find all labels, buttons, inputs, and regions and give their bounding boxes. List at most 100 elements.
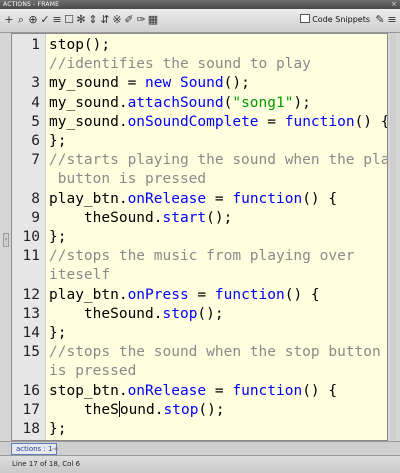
code-line[interactable]: button is pressed bbox=[12, 169, 387, 189]
code-token: theSound. bbox=[49, 209, 163, 226]
auto-format-icon[interactable]: ≡ bbox=[51, 14, 63, 26]
code-token: //starts playing the sound when the play bbox=[49, 152, 388, 169]
add-action-icon[interactable]: + bbox=[3, 14, 15, 26]
code-token: stop_btn. bbox=[49, 382, 128, 399]
code-line[interactable]: 13 theSound.stop(); bbox=[12, 304, 387, 324]
code-line[interactable]: 5 my_sound.onSoundComplete = function() { bbox=[12, 112, 387, 132]
code-token: = bbox=[188, 286, 215, 303]
target-icon[interactable]: ⊕ bbox=[27, 14, 39, 26]
line-number: 17 bbox=[22, 401, 40, 418]
code-text: //starts playing the sound when the play bbox=[49, 150, 388, 170]
status-bar: Line 17 of 18, Col 6 bbox=[0, 455, 400, 473]
uncomment-icon[interactable]: ✑ bbox=[135, 14, 147, 26]
code-token: = bbox=[206, 382, 233, 399]
code-token: onRelease bbox=[127, 190, 207, 207]
code-line[interactable]: iteself bbox=[12, 265, 387, 285]
code-token: theS bbox=[49, 401, 119, 418]
code-token: function bbox=[232, 382, 303, 399]
script-tab-bar: actions : 1 ⇥ bbox=[0, 441, 400, 455]
code-token: function bbox=[284, 113, 355, 130]
code-line[interactable]: 4 my_sound.attachSound("song1"); bbox=[12, 93, 387, 113]
code-token: = bbox=[206, 190, 233, 207]
code-text: is pressed bbox=[49, 361, 136, 381]
code-text: play_btn.onRelease = function() { bbox=[49, 189, 337, 209]
code-token: stop bbox=[162, 305, 198, 322]
panel-title: ACTIONS - FRAME bbox=[3, 1, 60, 8]
help-icon[interactable]: ▦ bbox=[147, 14, 159, 26]
code-token: () { bbox=[302, 382, 338, 399]
wand-icon[interactable]: ✎ bbox=[374, 14, 386, 26]
code-token: //identifies the sound to play bbox=[49, 56, 311, 73]
line-number: 7 bbox=[31, 152, 40, 169]
collapse-sidebar-handle[interactable]: › bbox=[3, 233, 9, 247]
line-number: 3 bbox=[31, 75, 40, 92]
line-number: 15 bbox=[22, 344, 40, 361]
code-line[interactable]: 9 theSound.start(); bbox=[12, 208, 387, 228]
code-line[interactable]: 10}; bbox=[12, 227, 387, 247]
code-token: play_btn. bbox=[49, 190, 128, 207]
code-line[interactable]: is pressed bbox=[12, 361, 387, 381]
code-text: stop_btn.onRelease = function() { bbox=[49, 381, 337, 401]
code-token: is pressed bbox=[49, 363, 137, 380]
close-icon[interactable]: × bbox=[391, 0, 397, 9]
code-token: }; bbox=[49, 229, 67, 245]
code-token: my_sound. bbox=[49, 113, 128, 130]
code-token: my_sound. bbox=[49, 94, 128, 111]
code-line[interactable]: //identifies the sound to play bbox=[12, 54, 387, 74]
code-token: theSound. bbox=[49, 305, 163, 322]
check-syntax-icon[interactable]: ✓ bbox=[39, 14, 51, 26]
pin-script-icon[interactable]: ⇥ bbox=[52, 444, 58, 454]
code-text: }; bbox=[49, 323, 66, 343]
code-line[interactable]: 12 play_btn.onPress = function() { bbox=[12, 285, 387, 305]
line-number: 1 bbox=[31, 37, 40, 53]
code-token: (); bbox=[206, 209, 233, 226]
tab-actions-1[interactable]: actions : 1 bbox=[11, 443, 58, 455]
code-token: onSoundComplete bbox=[127, 113, 259, 130]
code-line[interactable]: 14}; bbox=[12, 323, 387, 343]
code-token: }; bbox=[49, 325, 67, 341]
code-token: function bbox=[232, 190, 303, 207]
code-token: play_btn. bbox=[49, 286, 128, 303]
collapse-selection-icon[interactable]: ⇵ bbox=[99, 14, 111, 26]
code-line[interactable]: 7 //starts playing the sound when the pla… bbox=[12, 150, 387, 170]
code-text: }; bbox=[49, 131, 66, 151]
panel-menu-icon[interactable]: ≡ bbox=[386, 14, 398, 26]
line-number: 10 bbox=[22, 229, 40, 245]
actions-toolbar: Code Snippets ✎ ≡ + ⌕ ⊕ ✓ ≡ ☐ ✻ ⇕ ⇵ ※ ✐ ✑ ▦ bbox=[0, 9, 400, 33]
code-snippets-label: Code Snippets bbox=[312, 15, 370, 24]
code-token: (); bbox=[198, 401, 225, 418]
code-line[interactable]: 6}; bbox=[12, 131, 387, 151]
code-line[interactable]: 18}; bbox=[12, 419, 387, 439]
code-token: onRelease bbox=[127, 382, 207, 399]
code-token: stop bbox=[163, 401, 199, 418]
code-token: "song1" bbox=[232, 94, 294, 111]
line-number: 4 bbox=[31, 94, 40, 111]
line-number: 8 bbox=[31, 190, 40, 207]
line-number: 18 bbox=[22, 421, 40, 437]
code-token: ound. bbox=[119, 401, 164, 418]
code-text: //stops the sound when the stop button bbox=[49, 342, 381, 362]
code-token: my_sound = bbox=[49, 75, 146, 92]
code-text: //identifies the sound to play bbox=[49, 54, 311, 74]
code-line[interactable]: 15 //stops the sound when the stop button bbox=[12, 342, 387, 362]
vertical-scrollbar[interactable] bbox=[390, 33, 396, 441]
collapse-icon[interactable]: ⇕ bbox=[87, 14, 99, 26]
code-hint-icon[interactable]: ☐ bbox=[63, 14, 75, 26]
code-text: button is pressed bbox=[49, 169, 206, 189]
code-line[interactable]: 11 //stops the music from playing over bbox=[12, 246, 387, 266]
code-line[interactable]: 3 my_sound = new Sound(); bbox=[12, 73, 387, 93]
code-line[interactable]: 17 theSound.stop(); bbox=[12, 400, 387, 420]
code-token: (); bbox=[197, 305, 224, 322]
find-icon[interactable]: ⌕ bbox=[15, 14, 27, 26]
comment-icon[interactable]: ✐ bbox=[123, 14, 135, 26]
code-line[interactable]: 16 stop_btn.onRelease = function() { bbox=[12, 381, 387, 401]
code-line[interactable]: 1 stop(); bbox=[12, 35, 387, 55]
code-snippets-button[interactable]: Code Snippets bbox=[300, 14, 370, 26]
script-editor[interactable]: 1 stop();//identifies the sound to play 3 m… bbox=[11, 33, 388, 441]
expand-all-icon[interactable]: ※ bbox=[111, 14, 123, 26]
code-token: = bbox=[258, 113, 285, 130]
debug-options-icon[interactable]: ✻ bbox=[75, 14, 87, 26]
code-token: onPress bbox=[127, 286, 189, 303]
code-line[interactable]: 8 play_btn.onRelease = function() { bbox=[12, 189, 387, 209]
